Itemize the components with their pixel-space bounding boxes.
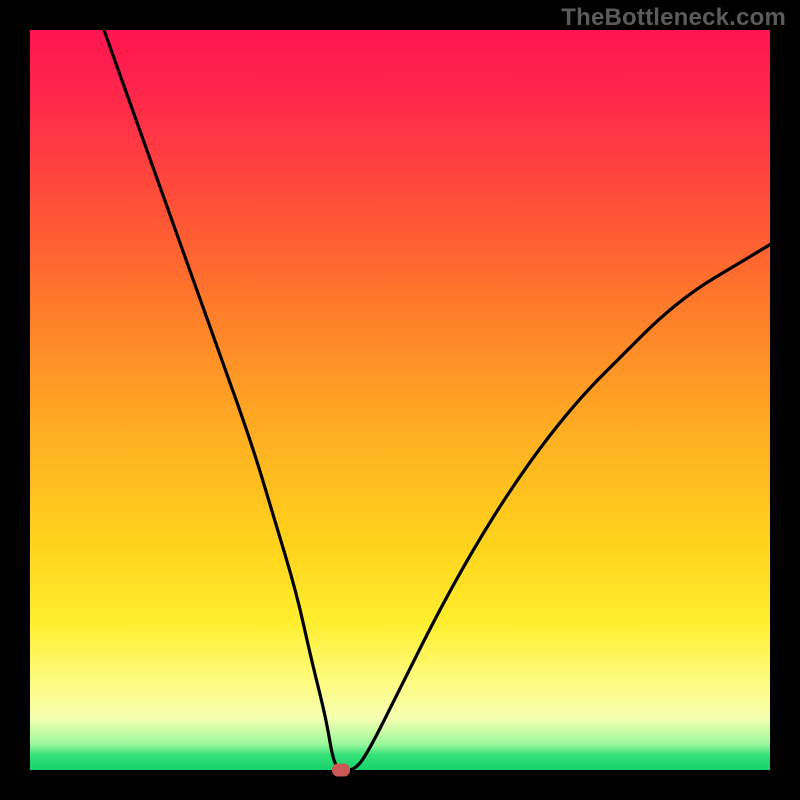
plot-area	[30, 30, 770, 770]
watermark-text: TheBottleneck.com	[561, 4, 786, 32]
optimum-marker	[332, 764, 350, 777]
bottleneck-curve	[30, 30, 770, 770]
chart-frame: TheBottleneck.com	[0, 0, 800, 800]
